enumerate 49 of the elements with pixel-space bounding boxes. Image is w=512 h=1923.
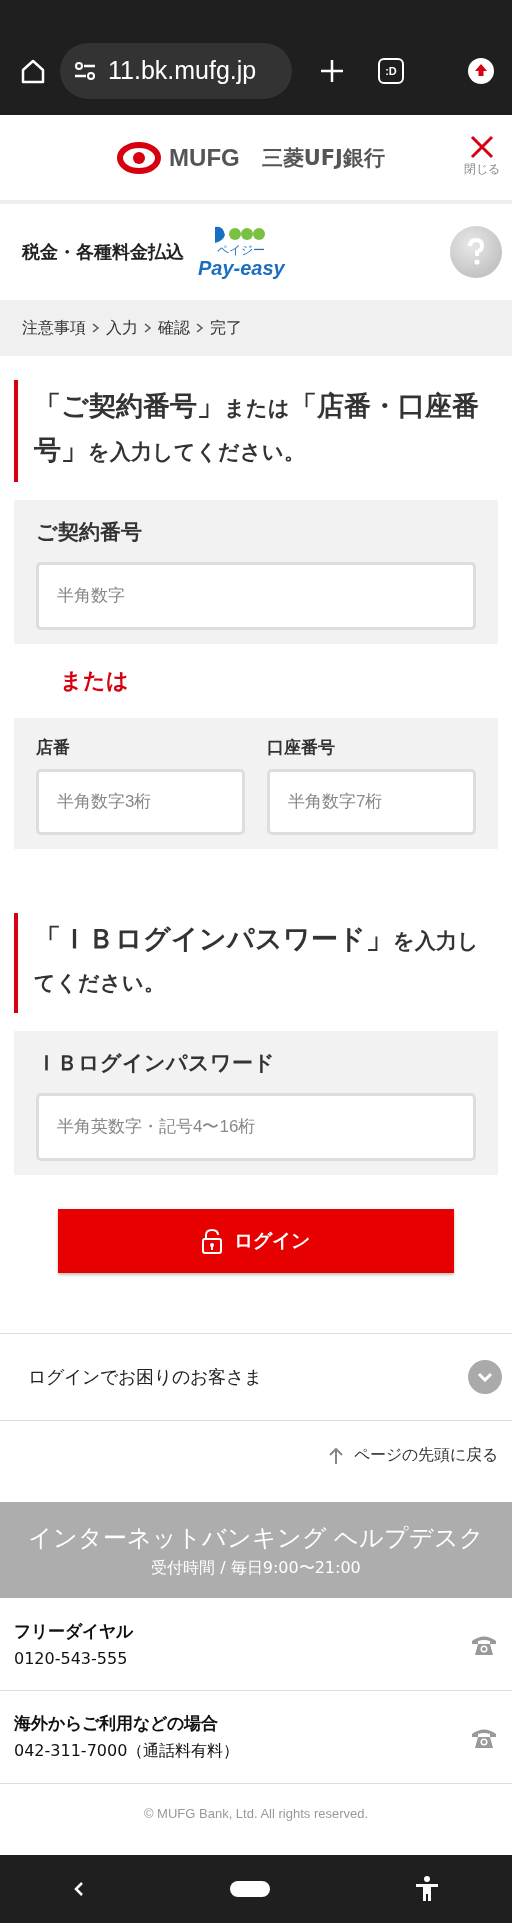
field-label: ご契約番号 [36, 519, 143, 546]
unlock-icon [202, 1228, 222, 1254]
line-name: 海外からご利用などの場合 [14, 1712, 219, 1735]
login-button[interactable]: ログイン [58, 1209, 454, 1273]
phone-number: 0120-543-555 [14, 1649, 129, 1668]
chevron-icon [196, 323, 204, 333]
breadcrumb-step: 確認 [158, 317, 190, 339]
breadcrumb-step: 注意事項 [22, 317, 86, 339]
plus-icon[interactable] [320, 58, 344, 83]
arrow-up-icon [328, 1446, 344, 1465]
copyright-text: © MUFG Bank, Ltd. All rights reserved. [143, 1806, 369, 1821]
home-icon[interactable] [20, 57, 46, 84]
page-top-link[interactable]: ページの先頭に戻る [328, 1445, 498, 1466]
close-button[interactable]: 閉じる [464, 135, 500, 178]
address-bar[interactable]: 11.bk.mufg.jp [60, 42, 292, 99]
line-name: フリーダイヤル [14, 1620, 133, 1643]
input-field[interactable]: 半角数字 [36, 562, 476, 630]
helpdesk-title: インターネットバンキング ヘルプデスク [27, 1522, 485, 1554]
logo-icon [117, 141, 162, 174]
tune-icon[interactable] [74, 61, 96, 80]
upload-icon[interactable] [468, 57, 494, 84]
phone-number: 042-311-7000（通話料有料） [14, 1741, 240, 1762]
accessibility-icon[interactable] [415, 1876, 440, 1902]
payeasy-logo: Pay-easy [198, 256, 285, 280]
input-field[interactable]: 半角数字3桁 [36, 769, 245, 835]
breadcrumb-step: 入力 [106, 317, 138, 339]
bank-name: 三菱UFJ銀行 [261, 144, 385, 172]
section-heading: 「ＩＢログインパスワード」を入力してください。 [14, 913, 496, 1013]
logo-text: MUFG [169, 143, 240, 172]
field-label: 口座番号 [267, 736, 336, 759]
or-text: または [59, 667, 130, 695]
input-field[interactable]: 半角数字7桁 [267, 769, 476, 835]
close-icon [470, 135, 494, 159]
url-text: 11.bk.mufg.jp [108, 56, 257, 85]
home-pill-icon[interactable] [230, 1881, 270, 1897]
logo-kana: ペイジー [217, 242, 266, 257]
back-icon[interactable] [72, 1881, 85, 1897]
field-label: ＩＢログインパスワード [36, 1050, 276, 1077]
page-title: 税金・各種料金払込 [22, 240, 184, 264]
section-heading: 「ご契約番号」または「店番・口座番号」を入力してください。 [14, 380, 496, 482]
tabs-button[interactable]: :D [378, 57, 404, 84]
chevron-icon [144, 323, 152, 333]
help-accordion[interactable]: ログインでお困りのお客さま [0, 1333, 512, 1421]
input-field[interactable]: 半角英数字・記号4〜16桁 [36, 1093, 476, 1161]
breadcrumb-step: 完了 [210, 317, 242, 339]
question-icon [467, 238, 485, 266]
chevron-icon [92, 323, 100, 333]
field-label: 店番 [36, 736, 71, 759]
helpdesk-hours: 受付時間 / 毎日9:00〜21:00 [151, 1557, 361, 1579]
